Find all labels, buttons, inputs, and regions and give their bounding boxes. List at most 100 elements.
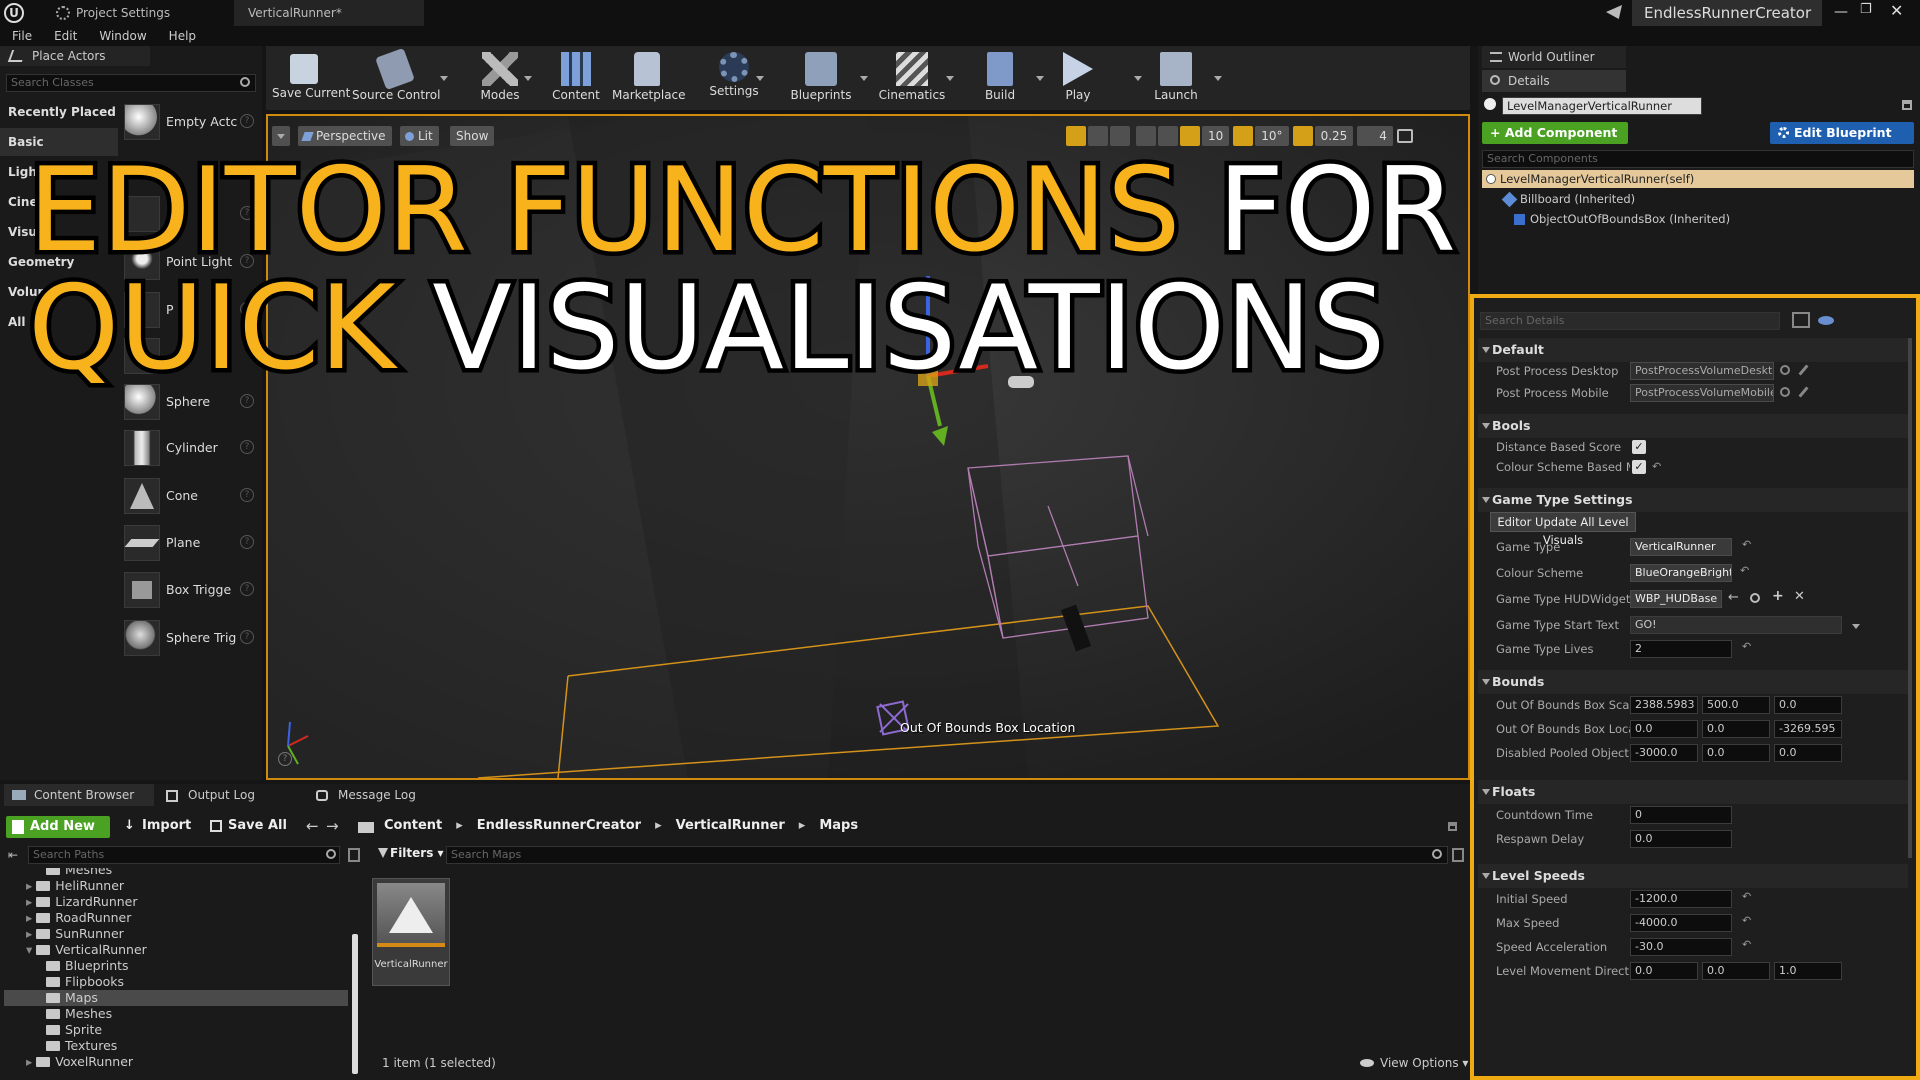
surface-snap-icon[interactable] <box>1158 126 1178 146</box>
tree-item-blueprints[interactable]: Blueprints <box>46 958 129 974</box>
search-classes-input[interactable]: Search Classes <box>6 74 256 92</box>
tree-item-sprite[interactable]: Sprite <box>46 1022 102 1038</box>
disabled-pooled-z[interactable]: 0.0 <box>1774 744 1842 762</box>
actor-name-field[interactable]: LevelManagerVerticalRunner <box>1502 97 1702 115</box>
help-icon[interactable]: ? <box>240 535 254 549</box>
tab-project-settings[interactable]: Project Settings <box>50 0 230 26</box>
post-process-mobile-dropdown[interactable]: PostProcessVolumeMobile <box>1630 384 1774 402</box>
game-type-start-text-input[interactable]: GO! <box>1630 616 1842 634</box>
section-bools[interactable]: Bools <box>1478 414 1908 438</box>
help-icon[interactable]: ? <box>240 206 254 220</box>
lit-button[interactable]: Lit <box>400 126 439 146</box>
actor-point-light[interactable]: Point Light? <box>124 242 262 282</box>
tree-item-maps[interactable]: Maps <box>4 990 348 1006</box>
component-self-row[interactable]: LevelManagerVerticalRunner(self) <box>1482 170 1914 188</box>
source-control-dropdown[interactable] <box>440 76 448 81</box>
tree-item-lizardrunner[interactable]: ▸ LizardRunner <box>26 894 138 910</box>
breadcrumb-verticalrunner[interactable]: VerticalRunner <box>676 818 785 833</box>
filters-button[interactable]: Filters ▾ <box>378 846 444 860</box>
forward-arrow-icon[interactable]: → <box>326 817 339 835</box>
distance-based-score-checkbox[interactable]: ✓ <box>1632 440 1646 454</box>
tree-item-voxelrunner[interactable]: ▸ VoxelRunner <box>26 1054 133 1070</box>
component-billboard-row[interactable]: Billboard (Inherited) <box>1501 191 1635 208</box>
game-type-dropdown[interactable]: VerticalRunner <box>1630 538 1732 556</box>
breadcrumb-content[interactable]: Content <box>384 818 442 833</box>
back-arrow-icon[interactable]: ← <box>306 817 319 835</box>
editor-update-all-level-visuals-button[interactable]: Editor Update All Level Visuals <box>1490 512 1636 547</box>
actor-cube[interactable] <box>124 336 262 376</box>
actor-sphere[interactable]: Sphere? <box>124 382 262 422</box>
breadcrumb-endlessrunnercreator[interactable]: EndlessRunnerCreator <box>477 818 641 833</box>
folder-tree-scrollbar[interactable] <box>352 934 358 1074</box>
tab-content-browser[interactable]: Content Browser <box>4 784 154 806</box>
modes-button[interactable]: Modes <box>470 46 530 110</box>
tree-item-roadrunner[interactable]: ▸ RoadRunner <box>26 910 131 926</box>
actor-cylinder[interactable]: Cylinder? <box>124 428 262 468</box>
save-current-button[interactable]: Save Current <box>272 46 350 110</box>
maximize-viewport-icon[interactable] <box>1396 129 1413 143</box>
reset-to-default-icon[interactable]: ↶ <box>1740 564 1749 577</box>
colour-scheme-dropdown[interactable]: BlueOrangeBright <box>1630 564 1732 582</box>
actor-player-start[interactable]: P? <box>124 290 262 330</box>
menu-help[interactable]: Help <box>169 29 196 43</box>
source-control-status-icon[interactable] <box>1606 5 1622 19</box>
initial-speed-input[interactable]: -1200.0 <box>1630 890 1732 908</box>
section-default[interactable]: Default <box>1478 338 1908 362</box>
help-icon[interactable]: ? <box>240 114 254 128</box>
max-speed-input[interactable]: -4000.0 <box>1630 914 1732 932</box>
section-level-speeds[interactable]: Level Speeds <box>1478 864 1908 888</box>
speed-acceleration-input[interactable]: -30.0 <box>1630 938 1732 956</box>
eyedropper-icon[interactable] <box>1798 386 1809 398</box>
minimize-button[interactable]: — <box>1834 4 1848 20</box>
reset-to-default-icon[interactable]: ↶ <box>1742 640 1751 653</box>
colour-scheme-based-checkbox[interactable]: ✓ <box>1632 460 1646 474</box>
add-icon[interactable]: + <box>1772 588 1784 604</box>
clear-icon[interactable]: ✕ <box>1794 589 1805 604</box>
unreal-logo-icon[interactable]: U <box>4 3 24 23</box>
rotation-snap-icon[interactable] <box>1233 126 1254 146</box>
lock-icon[interactable] <box>1448 822 1457 831</box>
viewport-options-button[interactable] <box>272 126 290 146</box>
add-new-button[interactable]: Add New <box>6 816 110 838</box>
tree-item-meshes[interactable]: Meshes <box>46 868 112 878</box>
help-icon[interactable]: ? <box>240 394 254 408</box>
tree-item-meshes-2[interactable]: Meshes <box>46 1006 112 1022</box>
category-recently-placed[interactable]: Recently Placed <box>0 98 118 126</box>
translate-mode-icon[interactable] <box>1066 126 1086 146</box>
actor-sphere-trigger[interactable]: Sphere Trig? <box>124 618 262 658</box>
section-bounds[interactable]: Bounds <box>1478 670 1908 694</box>
visibility-eye-icon[interactable] <box>1818 316 1834 325</box>
collapse-sources-icon[interactable]: ⇤ <box>8 848 18 862</box>
game-type-lives-input[interactable]: 2 <box>1630 640 1732 658</box>
browse-icon[interactable] <box>1780 365 1790 375</box>
actor-box-trigger[interactable]: Box Trigge? <box>124 570 262 610</box>
direction-z[interactable]: 1.0 <box>1774 962 1842 980</box>
tab-world-outliner[interactable]: World Outliner <box>1482 46 1626 68</box>
content-button[interactable]: Content <box>548 46 604 110</box>
restore-button[interactable]: ❐ <box>1860 2 1872 17</box>
help-icon[interactable]: ? <box>240 488 254 502</box>
blueprints-button[interactable]: Blueprints <box>788 46 854 110</box>
perspective-button[interactable]: Perspective <box>298 126 392 146</box>
respawn-delay-input[interactable]: 0.0 <box>1630 830 1732 848</box>
disabled-pooled-x[interactable]: -3000.0 <box>1630 744 1698 762</box>
details-scrollbar[interactable] <box>1908 338 1912 858</box>
save-all-button[interactable]: Save All <box>210 818 287 833</box>
blueprints-dropdown[interactable] <box>860 76 868 81</box>
tab-details[interactable]: Details <box>1482 70 1626 92</box>
play-dropdown[interactable] <box>1134 76 1142 81</box>
close-button[interactable]: ✕ <box>1890 1 1903 20</box>
browse-icon[interactable] <box>1750 593 1760 603</box>
property-matrix-icon[interactable] <box>1792 312 1810 328</box>
source-control-button[interactable]: Source Control <box>352 46 440 110</box>
reset-to-default-icon[interactable]: ↶ <box>1652 460 1661 473</box>
camera-actor-icon[interactable] <box>1008 376 1034 388</box>
grid-size-value[interactable]: 10 <box>1202 126 1230 146</box>
help-icon[interactable]: ? <box>240 630 254 644</box>
actor-cone[interactable]: Cone? <box>124 476 262 516</box>
show-button[interactable]: Show <box>450 126 495 146</box>
path-view-options-icon[interactable] <box>348 848 360 862</box>
browse-icon[interactable] <box>1780 387 1790 397</box>
use-selected-arrow-icon[interactable]: ← <box>1728 590 1739 605</box>
reset-to-default-icon[interactable]: ↶ <box>1742 938 1751 951</box>
